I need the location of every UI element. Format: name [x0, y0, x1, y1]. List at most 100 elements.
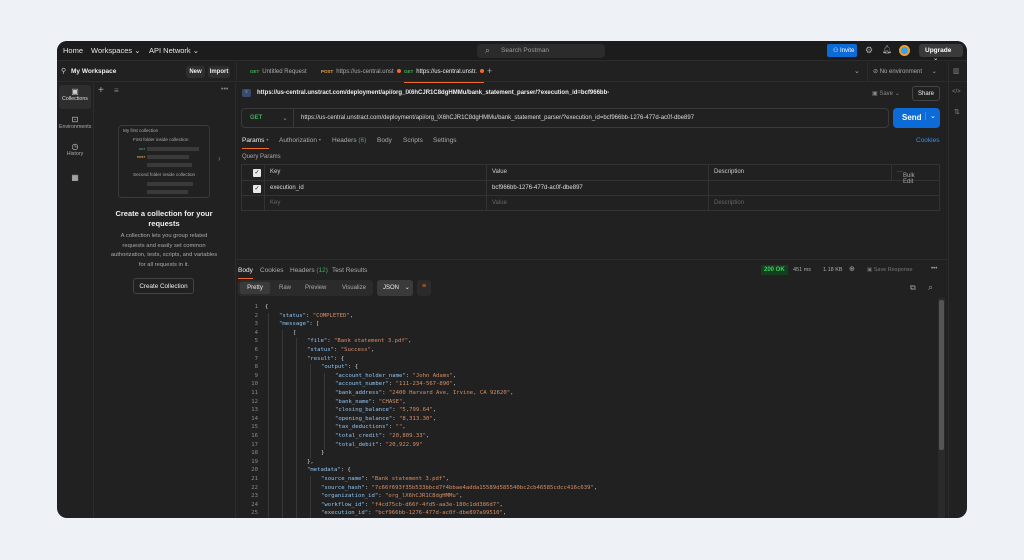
code-line: "opening_balance": "8,313.30", — [335, 415, 437, 422]
tab-scripts[interactable]: Scripts — [403, 137, 423, 144]
scrollbar[interactable] — [938, 298, 945, 518]
code-line: } — [321, 450, 325, 457]
code-line: "file": "Bank statement 3.pdf", — [307, 338, 412, 345]
home-link[interactable]: Home — [63, 46, 83, 55]
tab-get-request-active[interactable]: GET https://us-central.unstr. — [404, 69, 484, 83]
code-line: "metadata": { — [307, 467, 351, 474]
search-icon: ⌕ — [485, 45, 491, 55]
value-placeholder[interactable]: Value — [492, 200, 507, 206]
share-button[interactable]: Share — [912, 86, 940, 101]
rail-configure[interactable]: ▦ — [59, 171, 91, 195]
tab-params[interactable]: Params • — [242, 137, 269, 149]
response-time[interactable]: 451 ms — [793, 267, 811, 273]
create-collection-button[interactable]: Create Collection — [133, 278, 194, 294]
api-network-label: API Network — [149, 46, 191, 55]
row-checkbox[interactable]: ✓ — [253, 184, 261, 193]
line-number: 25 — [251, 510, 258, 517]
globe-icon[interactable]: ⊕ — [849, 265, 855, 273]
select-all-checkbox[interactable]: ✓ — [253, 169, 261, 177]
line-number: 22 — [251, 484, 258, 491]
response-code-viewer[interactable]: 1 {2 "status": "COMPLETED", 3 "message": [4 [… — [236, 302, 938, 518]
line-number: 10 — [251, 381, 258, 388]
line-number: 16 — [251, 433, 258, 439]
chevron-right-icon[interactable]: › — [218, 154, 221, 163]
key-placeholder[interactable]: Key — [270, 200, 280, 206]
code-icon[interactable]: </> — [952, 89, 961, 95]
workspace-name[interactable]: My Workspace — [71, 68, 116, 75]
tabs-dropdown-icon[interactable]: ⌄ — [854, 67, 860, 75]
send-button[interactable]: Send ⌄ — [893, 108, 940, 128]
request-title[interactable]: https://us-central.unstract.com/deployme… — [257, 90, 609, 96]
status-badge[interactable]: 200 OK — [761, 265, 788, 275]
param-value[interactable]: bcf966bb-1276-477d-ac0f-dbe897 — [492, 185, 583, 191]
tab-response-body[interactable]: Body — [238, 267, 253, 279]
tab-response-cookies[interactable]: Cookies — [260, 267, 283, 274]
code-line: { — [265, 304, 269, 310]
code-line: [ — [293, 329, 297, 336]
url-input[interactable]: https://us-central.unstract.com/deployme… — [301, 115, 694, 121]
history-icon: ◷ — [71, 142, 79, 151]
collections-icon: ▣ — [71, 87, 79, 96]
tab-headers[interactable]: Headers (6) — [332, 137, 366, 144]
method-select[interactable]: GET — [250, 115, 262, 121]
avatar[interactable] — [899, 45, 910, 56]
api-network-menu[interactable]: API Network ⌄ — [149, 46, 199, 55]
response-size[interactable]: 1.18 KB — [823, 267, 843, 273]
workspaces-menu[interactable]: Workspaces ⌄ — [91, 46, 141, 55]
search-input[interactable]: ⌕ Search Postman — [477, 44, 605, 58]
more-icon[interactable]: ••• — [931, 266, 937, 272]
rail-environments[interactable]: ⊡ Environments — [59, 113, 91, 137]
tab-post-request[interactable]: POST https://us-central.unst — [321, 69, 401, 75]
line-number: 21 — [251, 476, 258, 482]
save-button[interactable]: ▣ Save ⌄ — [872, 90, 900, 97]
wrap-lines-icon[interactable]: ≡ — [417, 280, 431, 296]
tab-pretty[interactable]: Pretty — [240, 282, 270, 294]
code-line: "total_debit": "20,922.99" — [335, 441, 423, 448]
rail-collections[interactable]: ▣ Collections — [59, 85, 91, 109]
invite-button[interactable]: ⚇ Invite — [827, 44, 857, 57]
tab-raw[interactable]: Raw — [279, 285, 291, 291]
upgrade-button[interactable]: Upgrade ⌄ — [919, 44, 963, 62]
new-button[interactable]: New — [186, 66, 205, 78]
format-select[interactable]: JSON ⌄ — [377, 280, 413, 296]
empty-state-body: A collection lets you group related requ… — [110, 233, 218, 268]
tab-authorization[interactable]: Authorization • — [279, 137, 321, 144]
postman-window: Home Workspaces ⌄ API Network ⌄ ⌕ Search … — [57, 41, 967, 518]
line-number: 15 — [251, 424, 258, 431]
filter-icon[interactable]: ≡ — [114, 86, 119, 95]
table-row-empty: Key Value Description — [242, 196, 939, 212]
unsaved-dot — [479, 69, 484, 73]
tab-untitled-request[interactable]: GET Untitled Request — [250, 69, 307, 75]
related-icon[interactable]: ⇅ — [954, 108, 960, 116]
cookies-link[interactable]: Cookies — [916, 137, 939, 144]
code-line: }, — [307, 458, 314, 465]
gear-icon[interactable]: ⚙ — [865, 45, 873, 56]
tab-settings[interactable]: Settings — [433, 137, 457, 144]
add-collection-icon[interactable]: + — [98, 85, 104, 96]
line-number: 8 — [254, 364, 258, 371]
description-placeholder[interactable]: Description — [714, 200, 744, 206]
copy-icon[interactable]: ⧉ — [910, 283, 916, 293]
tab-preview[interactable]: Preview — [305, 285, 326, 291]
tab-test-results[interactable]: Test Results — [332, 267, 367, 274]
param-key[interactable]: execution_id — [270, 185, 304, 191]
more-icon[interactable]: ••• — [221, 86, 228, 93]
bulk-edit-button[interactable]: ··· Bulk Edit — [897, 169, 915, 185]
new-tab-plus-icon[interactable]: + — [487, 66, 492, 76]
rail-history[interactable]: ◷ History — [59, 140, 91, 164]
import-button[interactable]: Import — [208, 66, 230, 78]
tab-body[interactable]: Body — [377, 137, 392, 144]
tab-label: Params — [242, 137, 265, 144]
bell-icon[interactable]: 🔔︎ — [882, 45, 892, 54]
tab-response-headers[interactable]: Headers (12) — [290, 267, 328, 274]
user-icon: ⚲ — [61, 68, 67, 75]
layout-icon[interactable]: ▥ — [953, 67, 960, 75]
line-number: 13 — [251, 407, 258, 414]
method-chevron-icon[interactable]: ⌄ — [282, 114, 288, 122]
code-line: "execution_id": "bcf966bb-1276-477d-ac0f… — [321, 510, 507, 517]
search-icon[interactable]: ⌕ — [928, 282, 933, 293]
save-response-button[interactable]: ▣ Save Response — [867, 267, 913, 273]
line-number: 3 — [254, 321, 258, 328]
tab-visualize[interactable]: Visualize — [342, 285, 366, 291]
environment-selector[interactable]: ⊘ No environment ⌄ — [873, 68, 937, 75]
